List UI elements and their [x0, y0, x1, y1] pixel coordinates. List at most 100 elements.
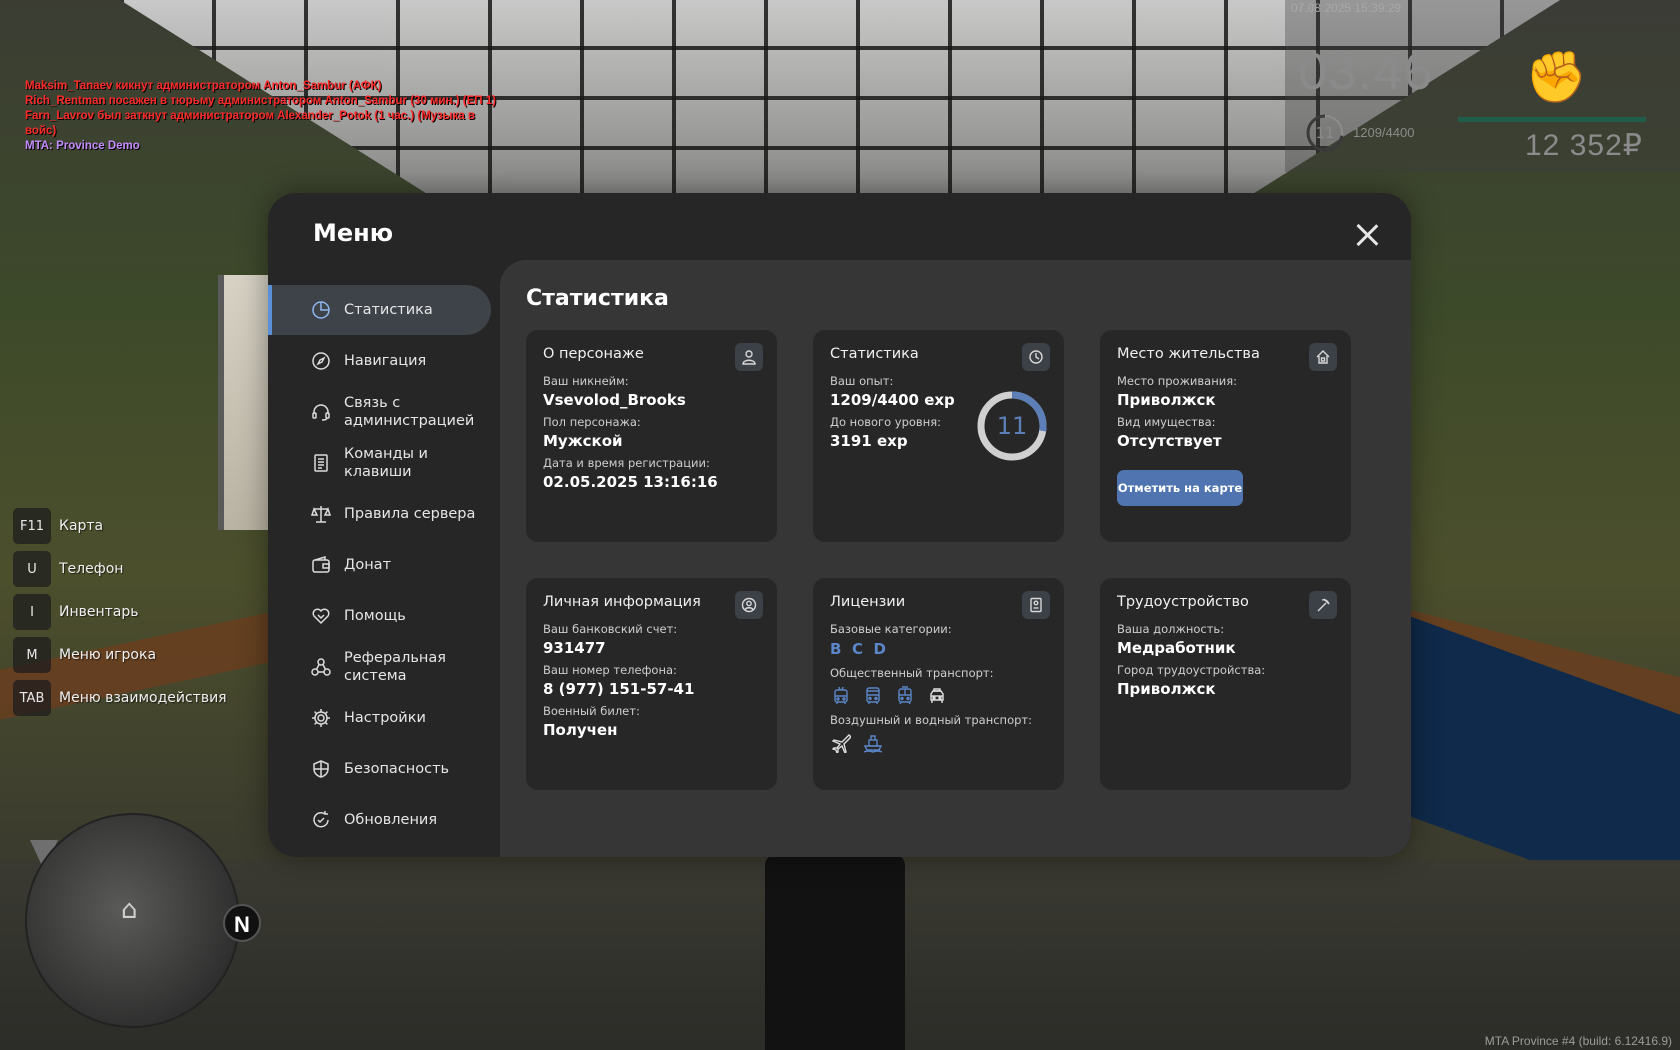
nav-item-label: Донат: [344, 557, 392, 573]
compass-icon: [310, 350, 332, 372]
nav-item-donate[interactable]: Донат: [268, 540, 491, 590]
bank-account-value: 931477: [543, 639, 606, 657]
card-licenses: Лицензии Базовые категории: BCD Обществе…: [813, 578, 1064, 790]
hotkey-map[interactable]: F11 Карта: [13, 508, 227, 544]
hud-exp: 1209/4400: [1353, 125, 1415, 140]
nav-item-label: Статистика: [344, 302, 433, 318]
field-label: Ваш банковский счет:: [543, 622, 678, 636]
wallet-icon: [310, 554, 332, 576]
chat-line: Farn_Lavrov был заткнут администратором …: [25, 110, 476, 137]
plane-icon: [830, 732, 852, 754]
north-indicator: N: [223, 904, 261, 942]
position-value: Медработник: [1117, 639, 1236, 657]
license-category: D: [873, 640, 887, 658]
nav-item-label: Связь с администрацией: [344, 395, 475, 429]
hotkey-label: Меню игрока: [59, 647, 157, 663]
card-residence: Место жительства Место проживания: Приво…: [1100, 330, 1351, 542]
document-icon: [310, 452, 332, 474]
hud-time: 03:46: [1298, 43, 1434, 101]
nav-item-navigation[interactable]: Навигация: [268, 336, 491, 386]
chat-line: Rich_Rentman посажен в тюрьму администра…: [25, 95, 496, 107]
card-personal-info: Личная информация Ваш банковский счет: 9…: [526, 578, 777, 790]
field-label: Город трудоустройства:: [1117, 663, 1266, 677]
pie-chart-icon: [310, 299, 332, 321]
chat-log: Maksim_Tanaev кикнут администратором Ant…: [25, 79, 500, 154]
work-city-value: Приволжск: [1117, 680, 1216, 698]
license-categories: BCD: [830, 640, 1047, 658]
nav-item-admin-contact[interactable]: Связь с администрацией: [268, 387, 491, 437]
nav-item-settings[interactable]: Настройки: [268, 693, 491, 743]
nav-item-help[interactable]: Помощь: [268, 591, 491, 641]
field-label: Место проживания:: [1117, 374, 1238, 388]
nav-item-label: Команды и клавиши: [344, 446, 428, 480]
license-category: B: [830, 640, 842, 658]
property-value: Отсутствует: [1117, 432, 1222, 450]
refresh-icon: [310, 809, 332, 831]
gear-icon: [310, 707, 332, 729]
nav-item-commands[interactable]: Команды и клавиши: [268, 438, 491, 488]
hotkey-interaction-menu[interactable]: TAB Меню взаимодействия: [13, 680, 227, 716]
hud-health-bar: [1458, 117, 1646, 122]
nav-item-referral[interactable]: Реферальная система: [268, 642, 491, 692]
license-category: C: [851, 640, 864, 658]
nav-item-label: Настройки: [344, 710, 426, 726]
trolleybus-icon: [830, 685, 852, 707]
residence-value: Приволжск: [1117, 391, 1216, 409]
card-title: Место жительства: [1117, 346, 1260, 362]
field-label: Пол персонажа:: [543, 415, 641, 429]
hotkey-label: Телефон: [59, 561, 124, 577]
license-card-icon: [1022, 591, 1050, 619]
nav-item-label: Реферальная система: [344, 650, 446, 684]
menu-title: Меню: [313, 219, 394, 247]
field-label: Воздушный и водный транспорт:: [830, 713, 1032, 727]
pickaxe-icon: [1309, 591, 1337, 619]
card-statistics: Статистика Ваш опыт: 1209/4400 exp До но…: [813, 330, 1064, 542]
hotkey-list: F11 Карта U Телефон I Инвентарь M Меню игрок…: [13, 508, 227, 723]
nav-item-label: Обновления: [344, 812, 438, 828]
fist-icon: ✊: [1525, 48, 1588, 106]
close-button[interactable]: [1351, 219, 1383, 251]
scene-player-character: [765, 855, 905, 1050]
mark-on-map-button[interactable]: Отметить на карте: [1117, 470, 1243, 506]
nav-item-rules[interactable]: Правила сервера: [268, 489, 491, 539]
card-title: Личная информация: [543, 594, 701, 610]
card-title: Лицензии: [830, 594, 906, 610]
field-label: Ваш номер телефона:: [543, 663, 677, 677]
headset-icon: [310, 401, 332, 423]
shield-icon: [310, 758, 332, 780]
card-character: О персонаже Ваш никнейм: Vsevolod_Brooks…: [526, 330, 777, 542]
nav-item-updates[interactable]: Обновления: [268, 795, 491, 845]
nickname-value: Vsevolod_Brooks: [543, 391, 686, 409]
field-label: Дата и время регистрации:: [543, 456, 710, 470]
hotkey-phone[interactable]: U Телефон: [13, 551, 227, 587]
nav-item-label: Правила сервера: [344, 506, 476, 522]
chat-line: MTA: Province Demo: [25, 140, 140, 152]
air-water-licenses: [830, 732, 1047, 754]
handshake-icon: [310, 605, 332, 627]
gender-value: Мужской: [543, 432, 623, 450]
nav-item-security[interactable]: Безопасность: [268, 744, 491, 794]
card-title: Статистика: [830, 346, 919, 362]
player-marker-icon: ⌂: [121, 895, 138, 925]
card-title: О персонаже: [543, 346, 644, 362]
nav-item-statistics[interactable]: Статистика: [268, 285, 491, 335]
phone-value: 8 (977) 151-57-41: [543, 680, 695, 698]
bus-icon: [862, 685, 884, 707]
hud-date: 07.08.2025 15:39:29: [1291, 1, 1402, 15]
hotkey-key: F11: [13, 508, 51, 544]
field-label: Ваш опыт:: [830, 374, 894, 388]
field-label: Военный билет:: [543, 704, 640, 718]
hud-level: 11: [1315, 124, 1335, 142]
card-title: Трудоустройство: [1117, 594, 1249, 610]
nav-item-label: Безопасность: [344, 761, 450, 777]
minimap: ⌂: [25, 813, 240, 1028]
clock-chart-icon: [1022, 343, 1050, 371]
menu-sidebar: Статистика Навигация Связь с администрац…: [268, 285, 500, 846]
hotkey-inventory[interactable]: I Инвентарь: [13, 594, 227, 630]
field-label: Общественный транспорт:: [830, 666, 994, 680]
hotkey-key: I: [13, 594, 51, 630]
scene-poster: [218, 275, 268, 530]
hotkey-label: Меню взаимодействия: [59, 690, 227, 706]
hotkey-player-menu[interactable]: M Меню игрока: [13, 637, 227, 673]
hotkey-label: Инвентарь: [59, 604, 139, 620]
